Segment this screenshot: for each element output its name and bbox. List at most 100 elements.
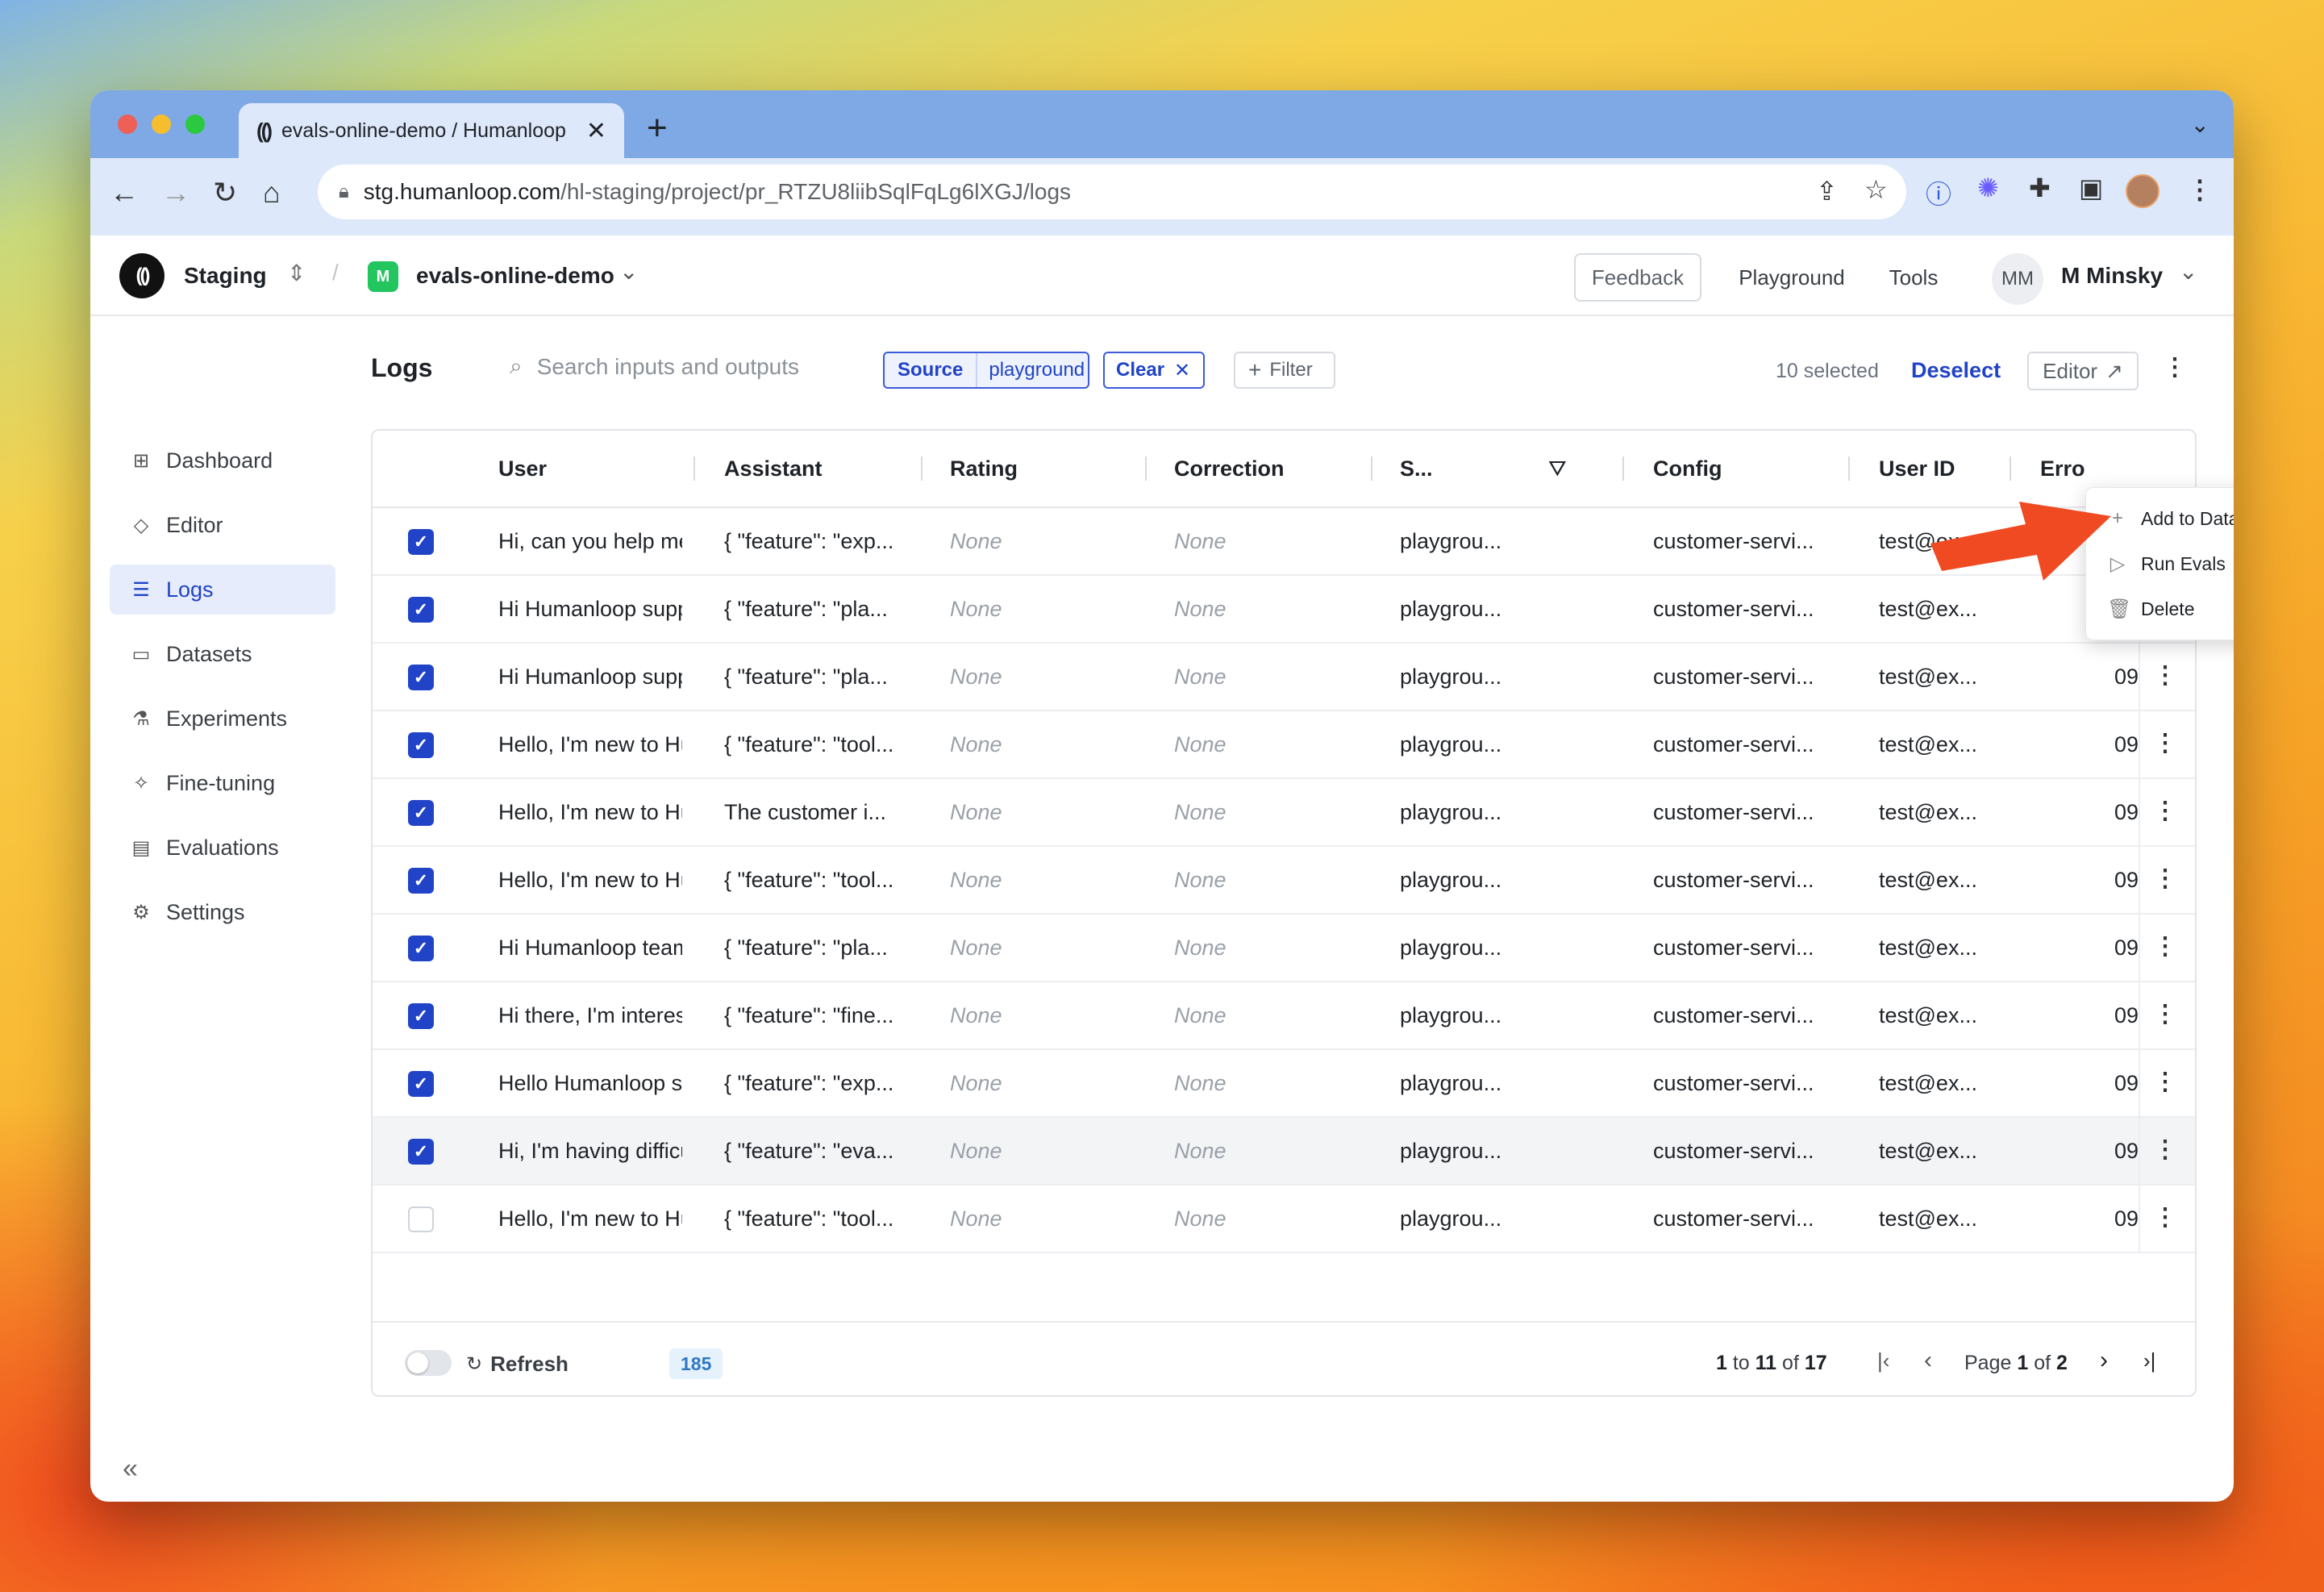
row-checkbox[interactable]	[408, 1207, 434, 1232]
row-checkbox[interactable]: ✓	[408, 665, 434, 690]
table-row[interactable]: ✓ Hello Humanloop su { "feature": "exp... N…	[373, 1050, 2195, 1118]
feedback-button[interactable]: Feedback	[1574, 253, 1701, 302]
new-tab-button[interactable]: +	[647, 108, 668, 148]
browser-tab[interactable]: (() evals-online-demo / Humanloop ✕	[239, 103, 624, 158]
browser-menu-kebab-icon[interactable]: ⋮	[2187, 174, 2213, 205]
row-checkbox[interactable]: ✓	[408, 868, 434, 894]
table-row[interactable]: ✓ Hi Humanloop suppo { "feature": "pla... N…	[373, 644, 2195, 711]
row-checkbox[interactable]: ✓	[408, 597, 434, 623]
bookmark-star-icon[interactable]: ☆	[1864, 174, 1888, 205]
user-name[interactable]: M Minsky	[2061, 263, 2163, 289]
row-actions-kebab-icon[interactable]: ⋮	[2153, 865, 2177, 893]
sidebar-item-editor[interactable]: ◇ Editor	[110, 500, 335, 550]
org-switcher-chevrons-icon[interactable]: ⇕	[287, 260, 306, 286]
row-actions-kebab-icon[interactable]: ⋮	[2153, 1000, 2177, 1028]
row-checkbox[interactable]: ✓	[408, 800, 434, 826]
table-row[interactable]: ✓ Hi, I'm having difficul { "feature": "ev…	[373, 1118, 2195, 1186]
row-checkbox[interactable]: ✓	[408, 1139, 434, 1165]
row-actions-kebab-icon[interactable]: ⋮	[2153, 932, 2177, 961]
back-arrow-icon[interactable]: ←	[110, 176, 139, 210]
column-header-user[interactable]: User	[498, 456, 547, 481]
forward-arrow-icon[interactable]: →	[161, 176, 190, 210]
table-row[interactable]: ✓ Hello, I'm new to Hur The customer i... N…	[373, 779, 2195, 847]
clear-filter-button[interactable]: Clear ✕	[1103, 352, 1205, 389]
column-resize-handle[interactable]	[921, 456, 923, 481]
tools-link[interactable]: Tools	[1877, 253, 1950, 302]
row-actions-kebab-icon[interactable]: ⋮	[2153, 729, 2177, 757]
column-header-source[interactable]: S...	[1400, 456, 1433, 481]
first-page-icon[interactable]: |‹	[1877, 1348, 1889, 1373]
column-resize-handle[interactable]	[1848, 456, 1850, 481]
column-resize-handle[interactable]	[1371, 456, 1372, 481]
deselect-button[interactable]: Deselect	[1911, 358, 2001, 383]
project-name[interactable]: evals-online-demo	[416, 263, 614, 289]
menu-item-delete[interactable]: 🗑︎ Delete	[2107, 593, 2194, 625]
column-resize-handle[interactable]	[1622, 456, 1624, 481]
table-row[interactable]: ✓ Hello, I'm new to Hur { "feature": "tool…	[373, 711, 2195, 779]
sidebar-item-experiments[interactable]: ⚗︎ Experiments	[110, 694, 335, 744]
user-menu-chevron-icon[interactable]: ⌄	[2179, 258, 2197, 285]
org-name[interactable]: Staging	[184, 263, 267, 289]
column-header-assistant[interactable]: Assistant	[724, 456, 823, 481]
sparkle-extension-icon[interactable]: ✺	[1977, 173, 1999, 203]
home-icon[interactable]: ⌂	[263, 176, 281, 210]
close-window-button[interactable]	[118, 115, 137, 134]
table-row[interactable]: Hello, I'm new to Hur { "feature": "tool.…	[373, 1186, 2195, 1253]
profile-avatar[interactable]	[2126, 174, 2159, 208]
row-actions-kebab-icon[interactable]: ⋮	[2153, 1203, 2177, 1232]
row-checkbox[interactable]: ✓	[408, 1003, 434, 1029]
org-logo-icon[interactable]: (()	[119, 253, 165, 298]
extensions-puzzle-icon[interactable]: ✚	[2029, 173, 2051, 203]
table-row[interactable]: ✓ Hi, can you help me { "feature": "exp...…	[373, 508, 2195, 576]
sidebar-item-datasets[interactable]: ▭ Datasets	[110, 629, 335, 679]
maximize-window-button[interactable]	[185, 115, 205, 134]
sidebar-item-logs[interactable]: ☰ Logs	[110, 565, 335, 615]
editor-button[interactable]: Editor ↗	[2027, 352, 2139, 390]
column-header-correction[interactable]: Correction	[1174, 456, 1285, 481]
last-page-icon[interactable]: ›|	[2143, 1348, 2155, 1373]
column-header-user-id[interactable]: User ID	[1879, 456, 1955, 481]
table-row[interactable]: ✓ Hi Humanloop suppo { "feature": "pla... N…	[373, 576, 2195, 644]
sidebar-item-evaluations[interactable]: ▤ Evaluations	[110, 823, 335, 873]
table-row[interactable]: ✓ Hi Humanloop team, { "feature": "pla... N…	[373, 915, 2195, 982]
sidebar-item-settings[interactable]: ⚙︎ Settings	[110, 887, 335, 937]
reload-icon[interactable]: ↻	[213, 176, 237, 210]
menu-item-run-evals[interactable]: ▷ Run Evals	[2107, 548, 2226, 580]
next-page-icon[interactable]: ›	[2100, 1347, 2108, 1374]
sidebar-item-fine-tuning[interactable]: ✧ Fine-tuning	[110, 758, 335, 808]
address-bar[interactable]: 🔒︎ stg.humanloop.com/hl-staging/project/…	[318, 165, 1906, 219]
user-avatar[interactable]: MM	[1992, 253, 2043, 305]
sidebar-panel-icon[interactable]: ▣	[2079, 173, 2103, 203]
source-filter-chip[interactable]: Source playground	[883, 352, 1089, 389]
table-row[interactable]: ✓ Hello, I'm new to Hur { "feature": "tool…	[373, 847, 2195, 915]
column-filter-icon[interactable]: ⛛	[1548, 456, 1567, 482]
sidebar-item-dashboard[interactable]: ⊞ Dashboard	[110, 436, 335, 486]
menu-item-add-to-dataset[interactable]: +Add to Dataset	[2107, 502, 2234, 535]
row-checkbox[interactable]: ✓	[408, 732, 434, 758]
close-tab-icon[interactable]: ✕	[586, 117, 606, 145]
column-resize-handle[interactable]	[1145, 456, 1147, 481]
password-manager-icon[interactable]: ⓘ	[1926, 174, 1951, 211]
previous-page-icon[interactable]: ‹	[1924, 1347, 1932, 1374]
row-checkbox[interactable]: ✓	[408, 936, 434, 961]
column-resize-handle[interactable]	[2010, 456, 2011, 481]
share-icon[interactable]: ⇪	[1816, 176, 1838, 206]
table-row[interactable]: ✓ Hi there, I'm interest { "feature": "fin…	[373, 982, 2195, 1050]
column-header-config[interactable]: Config	[1653, 456, 1722, 481]
add-filter-button[interactable]: + Filter	[1234, 352, 1335, 389]
auto-refresh-toggle[interactable]	[405, 1350, 452, 1376]
row-actions-kebab-icon[interactable]: ⋮	[2153, 1068, 2177, 1096]
bulk-actions-kebab-icon[interactable]: ⋮	[2163, 353, 2187, 381]
project-dropdown-chevron-icon[interactable]: ⌄	[619, 258, 638, 285]
search-input[interactable]: ⌕ Search inputs and outputs	[510, 353, 799, 380]
collapse-sidebar-icon[interactable]: «	[123, 1453, 138, 1485]
column-header-rating[interactable]: Rating	[950, 456, 1018, 481]
row-checkbox[interactable]: ✓	[408, 1071, 434, 1097]
row-actions-kebab-icon[interactable]: ⋮	[2153, 661, 2177, 690]
minimize-window-button[interactable]	[152, 115, 171, 134]
playground-link[interactable]: Playground	[1727, 253, 1856, 302]
column-header-error[interactable]: Erro	[2040, 456, 2085, 481]
column-resize-handle[interactable]	[693, 456, 695, 481]
refresh-button[interactable]: ↻ Refresh	[466, 1352, 569, 1377]
row-actions-kebab-icon[interactable]: ⋮	[2153, 1136, 2177, 1164]
